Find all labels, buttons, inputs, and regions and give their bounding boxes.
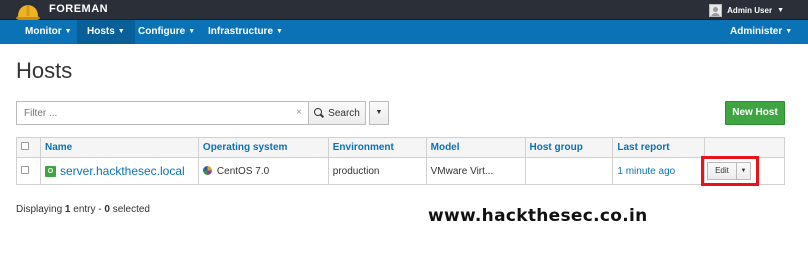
column-header-model[interactable]: Model [425, 137, 526, 158]
search-button-label: Search [328, 107, 360, 119]
summary-prefix: Displaying [16, 204, 63, 215]
nav-item-hosts[interactable]: Hosts ▼ [77, 20, 135, 44]
column-header-environment[interactable]: Environment [327, 137, 427, 158]
chevron-down-icon: ▼ [375, 109, 383, 116]
host-name-link[interactable]: server.hackthesec.local [60, 164, 185, 178]
top-bar: FOREMAN Admin User ▼ [0, 0, 808, 22]
user-avatar-icon [709, 3, 723, 17]
chevron-down-icon: ▼ [740, 168, 747, 174]
host-status-icon: O [44, 165, 56, 177]
nav-item-configure[interactable]: Configure ▼ [128, 20, 205, 44]
new-host-button[interactable]: New Host [725, 101, 785, 125]
search-input[interactable] [17, 102, 287, 124]
centos-icon [202, 165, 212, 175]
chevron-down-icon: ▼ [785, 28, 793, 35]
host-name-cell: Oserver.hackthesec.local [39, 157, 199, 185]
nav-item-label: Monitor [25, 26, 62, 37]
table-header-row: Name Operating system Environment Model … [16, 137, 785, 158]
select-all-cell [16, 137, 41, 158]
nav-item-label: Configure [138, 26, 186, 37]
nav-item-label: Administer [730, 26, 783, 37]
last-report-cell: 1 minute ago [612, 157, 706, 185]
column-header-last-report[interactable]: Last report [612, 137, 706, 158]
chevron-down-icon: ▼ [188, 28, 196, 35]
column-header-actions [704, 137, 785, 158]
nav-bar: Monitor ▼ Hosts ▼ Configure ▼ Infrastructur… [0, 20, 808, 44]
search-icon [314, 108, 324, 118]
entry-count: 1 [64, 204, 71, 215]
nav-item-label: Hosts [87, 26, 115, 37]
host-group-cell [524, 157, 614, 185]
summary-middle: entry - [73, 204, 102, 215]
row-checkbox[interactable] [21, 165, 29, 174]
selected-count: 0 [104, 204, 110, 215]
os-name: CentOS 7.0 [216, 165, 270, 177]
summary-suffix: selected [112, 204, 150, 215]
nav-item-monitor[interactable]: Monitor ▼ [15, 20, 82, 44]
page-title: Hosts [16, 58, 73, 83]
environment-cell: production [327, 157, 427, 185]
user-menu[interactable]: Admin User ▼ [709, 3, 784, 17]
foreman-helmet-logo[interactable] [15, 2, 41, 22]
search-button[interactable]: Search [308, 101, 366, 125]
chevron-down-icon: ▼ [64, 28, 72, 35]
column-header-name[interactable]: Name [39, 137, 199, 158]
select-all-checkbox[interactable] [21, 142, 29, 150]
edit-button[interactable]: Edit [707, 162, 737, 180]
column-header-operating-system[interactable]: Operating system [197, 137, 329, 158]
nav-item-label: Infrastructure [208, 26, 274, 37]
filter-field: × [16, 101, 308, 125]
hosts-table: Name Operating system Environment Model … [16, 137, 785, 185]
nav-item-infrastructure[interactable]: Infrastructure ▼ [198, 20, 293, 44]
model-cell: VMware Virt... [425, 157, 526, 185]
column-header-host-group[interactable]: Host group [524, 137, 614, 158]
chevron-down-icon: ▼ [276, 28, 283, 35]
table-row: Oserver.hackthesec.local CentOS 7.0 prod… [16, 157, 785, 185]
os-cell: CentOS 7.0 [197, 157, 329, 185]
bookmarks-dropdown-button[interactable]: ▼ [369, 101, 389, 125]
row-select-cell [16, 157, 41, 185]
clear-icon[interactable]: × [296, 107, 302, 118]
last-report-link[interactable]: 1 minute ago [617, 166, 675, 177]
pagination-summary: Displaying 1 entry - 0 selected [16, 204, 150, 215]
chevron-down-icon: ▼ [117, 28, 125, 35]
edit-actions-dropdown-button[interactable]: ▼ [737, 162, 751, 180]
watermark-text: www.hackthesec.co.in [428, 206, 648, 226]
user-name: Admin User [727, 5, 773, 15]
brand-name[interactable]: FOREMAN [49, 3, 108, 15]
user-menu-chevron-down-icon: ▼ [777, 6, 784, 14]
nav-item-administer[interactable]: Administer ▼ [720, 20, 802, 44]
